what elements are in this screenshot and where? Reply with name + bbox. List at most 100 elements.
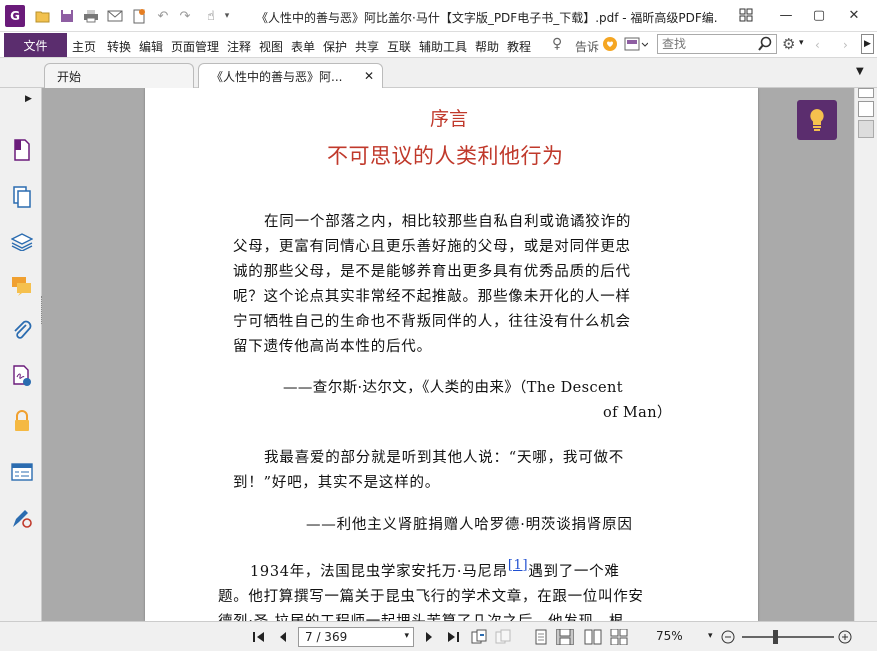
search-box[interactable]: [657, 34, 777, 54]
ribbon-expand-button[interactable]: ▶: [861, 34, 874, 54]
menu-edit[interactable]: 编辑: [139, 38, 163, 55]
attachment-icon[interactable]: [10, 318, 34, 342]
certify-pen-icon[interactable]: [10, 506, 34, 530]
scroll-thumb[interactable]: [858, 120, 874, 138]
vertical-scrollbar[interactable]: [854, 88, 877, 621]
feedback-icon[interactable]: [602, 36, 618, 55]
chapter-title: 不可思议的人类利他行为: [327, 144, 564, 168]
tab-label: 《人性中的善与恶》阿...: [211, 70, 343, 84]
epigraph-line: 在同一个部落之内，相比较那些自私自利或诡谲狡诈的: [264, 214, 632, 230]
app-grid-icon[interactable]: [733, 5, 759, 25]
nav-back-icon[interactable]: ‹: [815, 38, 820, 52]
menu-protect[interactable]: 保护: [323, 38, 347, 55]
file-menu-button[interactable]: 文件: [4, 33, 67, 57]
tell-me-label[interactable]: 告诉: [575, 38, 599, 55]
menu-connect[interactable]: 互联: [387, 38, 411, 55]
settings-gear-icon[interactable]: ⚙: [782, 35, 795, 53]
zoom-in-icon[interactable]: [836, 629, 854, 645]
menu-home[interactable]: 主页: [72, 38, 96, 55]
menu-bar: 文件 主页 转换 编辑 页面管理 注释 视图 表单 保护 共享 互联 辅助工具 …: [0, 32, 877, 58]
document-viewport[interactable]: 序言 不可思议的人类利他行为 在同一个部落之内，相比较那些自私自利或诡谲狡诈的 …: [42, 88, 854, 621]
zoom-out-icon[interactable]: [719, 629, 737, 645]
close-window-icon[interactable]: ✕: [841, 5, 867, 25]
epigraph-line: 留下遗传他高尚本性的后代。: [233, 339, 432, 355]
next-page-icon[interactable]: [420, 629, 438, 645]
email-icon[interactable]: [106, 7, 124, 25]
tab-document[interactable]: 《人性中的善与恶》阿... ✕: [198, 63, 383, 89]
search-icon[interactable]: [757, 36, 773, 55]
last-page-icon[interactable]: [444, 629, 462, 645]
page-number-field[interactable]: 7 / 369 ▾: [298, 627, 414, 647]
bookmark-icon[interactable]: [10, 138, 34, 162]
next-view-icon[interactable]: [494, 629, 512, 645]
scroll-page-up-button[interactable]: [858, 101, 874, 117]
undo-icon[interactable]: ↶: [154, 7, 172, 25]
comments-icon[interactable]: [10, 274, 34, 298]
epigraph-attribution: ——利他主义肾脏捐赠人哈罗德·明茨谈捐肾原因: [306, 517, 633, 533]
status-bar: 7 / 369 ▾ 75% ▾: [0, 621, 877, 651]
zoom-level[interactable]: 75%: [656, 629, 683, 643]
tab-start[interactable]: 开始: [44, 63, 194, 88]
left-nav-panel: ▶: [0, 88, 42, 621]
zoom-dropdown-icon[interactable]: ▾: [708, 631, 713, 641]
previous-view-icon[interactable]: [470, 629, 488, 645]
title-bar: G ↶ ↷ ☝ ▾ 《人性中的善与恶》阿比盖尔·马什【文字版_PDF电子书_下载…: [0, 0, 877, 32]
settings-dropdown-icon[interactable]: ▾: [799, 38, 804, 48]
menu-convert[interactable]: 转换: [107, 38, 131, 55]
page-dropdown-icon[interactable]: ▾: [404, 631, 409, 641]
layers-icon[interactable]: [10, 230, 34, 254]
epigraph-line: 到！”好吧，其实不是这样的。: [233, 475, 441, 491]
maximize-icon[interactable]: ▢: [806, 5, 832, 25]
footnote-link[interactable]: [1]: [508, 558, 529, 573]
body-text: 1934年，法国昆虫学家安托万·马尼昂: [250, 564, 508, 580]
continuous-view-icon[interactable]: [556, 629, 574, 645]
scroll-up-button[interactable]: [858, 88, 874, 98]
epigraph-line: 我最喜爱的部分就是听到其他人说：“天哪，我可做不: [264, 450, 625, 466]
digital-signature-icon[interactable]: [10, 364, 34, 388]
skin-picker-icon[interactable]: [624, 36, 649, 55]
menu-share[interactable]: 共享: [355, 38, 379, 55]
menu-form[interactable]: 表单: [291, 38, 315, 55]
form-fields-icon[interactable]: [10, 460, 34, 484]
tab-list-dropdown-icon[interactable]: ▼: [856, 66, 864, 77]
app-window: G ↶ ↷ ☝ ▾ 《人性中的善与恶》阿比盖尔·马什【文字版_PDF电子书_下载…: [0, 0, 877, 651]
zoom-slider[interactable]: [742, 636, 834, 638]
print-icon[interactable]: [82, 7, 100, 25]
search-input[interactable]: [658, 35, 754, 53]
expand-panel-icon[interactable]: ▶: [25, 94, 32, 104]
menu-tutorial[interactable]: 教程: [507, 38, 531, 55]
redo-icon[interactable]: ↷: [176, 7, 194, 25]
lightbulb-icon[interactable]: ♀: [552, 36, 562, 52]
single-page-view-icon[interactable]: [532, 629, 550, 645]
nav-forward-icon[interactable]: ›: [843, 38, 848, 52]
body-text: 遇到了一个难: [528, 564, 620, 580]
minimize-icon[interactable]: —: [773, 5, 799, 25]
continuous-facing-view-icon[interactable]: [610, 629, 628, 645]
save-icon[interactable]: [58, 7, 76, 25]
menu-comment[interactable]: 注释: [227, 38, 251, 55]
previous-page-icon[interactable]: [274, 629, 292, 645]
security-lock-icon[interactable]: [10, 409, 34, 433]
page-thumbnails-icon[interactable]: [10, 185, 34, 209]
epigraph-line: 呢？这个论点其实非常经不起推敲。那些像未开化的人一样: [233, 289, 631, 305]
menu-help[interactable]: 帮助: [475, 38, 499, 55]
quick-access-dropdown-icon[interactable]: ▾: [218, 7, 236, 25]
epigraph-attribution: ——查尔斯·达尔文，《人类的由来》（The Descent: [283, 380, 623, 396]
tips-lightbulb-button[interactable]: [797, 100, 837, 140]
page-number-text: 7 / 369: [305, 630, 348, 644]
menu-page-management[interactable]: 页面管理: [171, 38, 219, 55]
window-title: 《人性中的善与恶》阿比盖尔·马什【文字版_PDF电子书_下载】.pdf - 福昕…: [256, 11, 718, 25]
open-folder-icon[interactable]: [34, 7, 52, 25]
first-page-icon[interactable]: [250, 629, 268, 645]
epigraph-line: 父母，更富有同情心且更乐善好施的父母，或是对同伴更忠: [233, 239, 631, 255]
new-document-icon[interactable]: [130, 7, 148, 25]
menu-accessibility[interactable]: 辅助工具: [419, 38, 467, 55]
zoom-slider-thumb[interactable]: [772, 630, 778, 644]
close-tab-icon[interactable]: ✕: [364, 69, 374, 83]
epigraph-attribution: of Man）: [603, 405, 672, 421]
app-logo-icon[interactable]: G: [5, 5, 25, 27]
tab-label: 开始: [57, 69, 82, 84]
menu-view[interactable]: 视图: [259, 38, 283, 55]
facing-view-icon[interactable]: [584, 629, 602, 645]
pdf-page: 序言 不可思议的人类利他行为 在同一个部落之内，相比较那些自私自利或诡谲狡诈的 …: [145, 88, 758, 621]
